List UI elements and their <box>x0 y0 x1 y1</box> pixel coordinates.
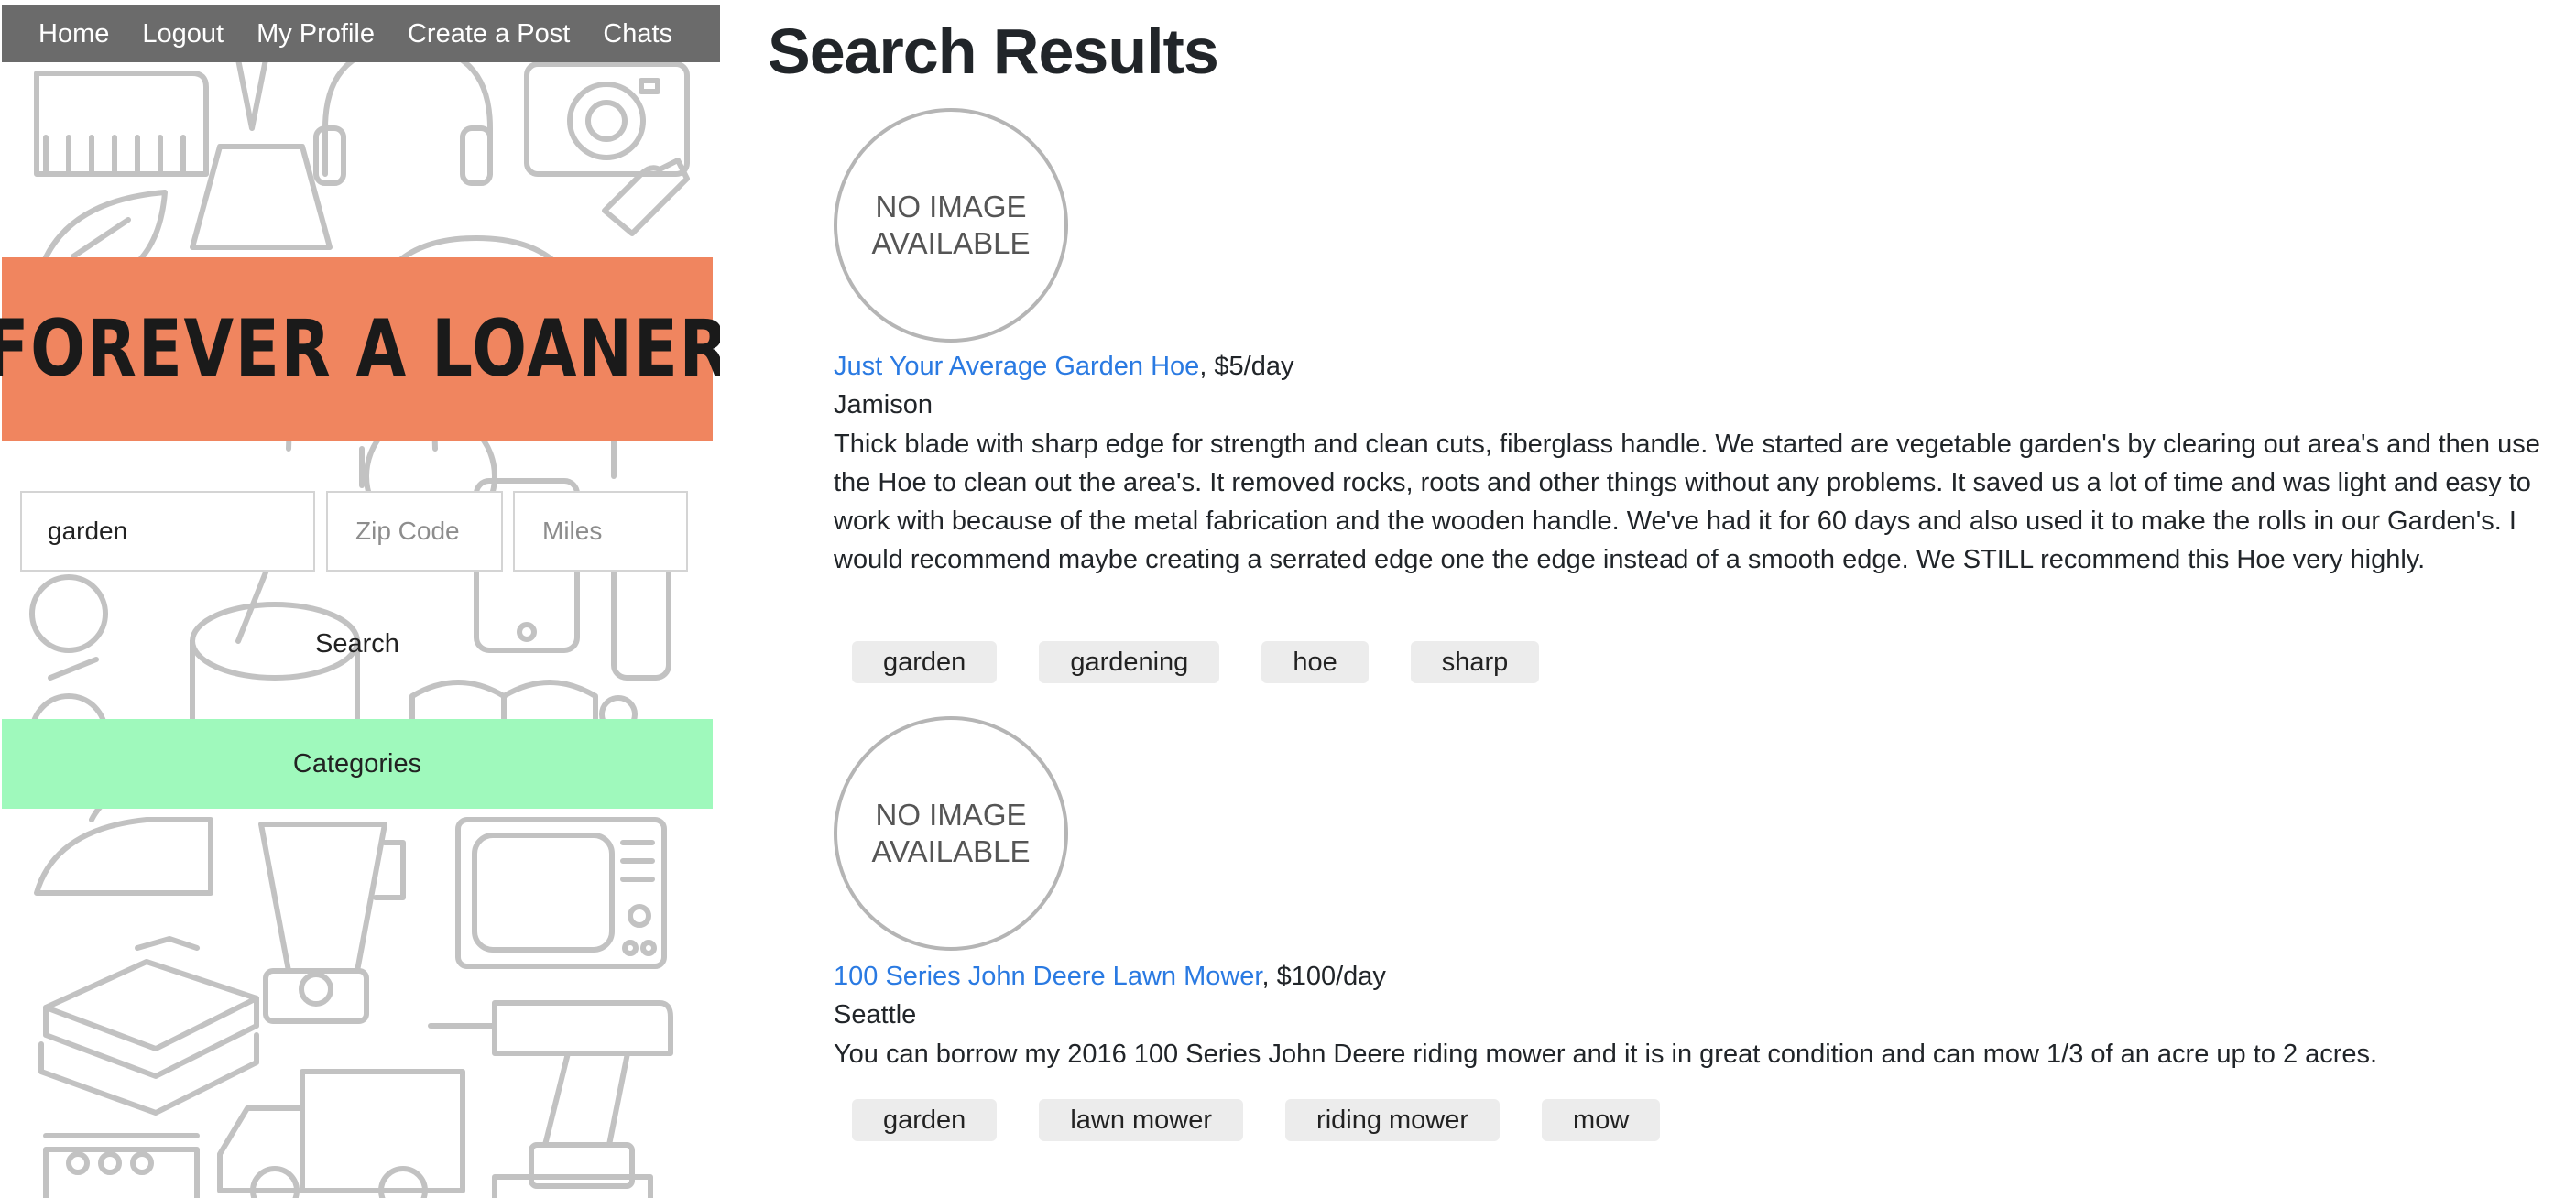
result-title-link[interactable]: 100 Series John Deere Lawn Mower <box>834 962 1261 991</box>
blender-icon <box>258 822 406 1024</box>
result-tags: garden lawn mower riding mower mow <box>852 1099 1661 1141</box>
power-drill-icon <box>428 1000 673 1189</box>
tag-chip[interactable]: garden <box>852 1099 998 1141</box>
search-button[interactable]: Search <box>2 610 713 678</box>
result-title-link[interactable]: Just Your Average Garden Hoe <box>834 352 1199 381</box>
tag-chip[interactable]: mow <box>1542 1099 1661 1141</box>
no-image-placeholder: NO IMAGE AVAILABLE <box>834 716 1068 951</box>
tag-chip[interactable]: sharp <box>1410 641 1540 683</box>
zip-code-input[interactable]: Zip Code <box>326 491 503 572</box>
result-location: Jamison <box>834 390 933 419</box>
piano-icon <box>34 71 209 177</box>
result-title-line: Just Your Average Garden Hoe, $5/day <box>834 352 1294 382</box>
categories-button[interactable]: Categories <box>2 719 713 809</box>
result-title-line: 100 Series John Deere Lawn Mower, $100/d… <box>834 962 1386 992</box>
nav-home-link[interactable]: Home <box>38 19 109 49</box>
search-result: NO IMAGE AVAILABLE Just Your Average Gar… <box>834 108 2574 694</box>
tag-chip[interactable]: riding mower <box>1285 1099 1501 1141</box>
tools-background-pattern <box>29 20 690 1198</box>
nav-logout-link[interactable]: Logout <box>142 19 224 49</box>
brand-banner: FOREVER A LOANER <box>0 257 720 441</box>
no-image-text-line: AVAILABLE <box>871 834 1031 868</box>
page-title: Search Results <box>768 16 1219 87</box>
nav-chats-link[interactable]: Chats <box>603 19 672 49</box>
tag-chip[interactable]: gardening <box>1039 641 1220 683</box>
no-image-text-line: NO IMAGE <box>875 798 1027 832</box>
result-price: , $5/day <box>1199 352 1294 381</box>
result-description: Thick blade with sharp edge for strength… <box>834 430 2540 574</box>
result-location: Seattle <box>834 1000 917 1029</box>
no-image-text-line: AVAILABLE <box>871 226 1031 260</box>
tv-icon <box>455 817 667 969</box>
nav-my-profile-link[interactable]: My Profile <box>257 19 375 49</box>
stacked-books-icon <box>38 936 259 1116</box>
main-content: Search Results NO IMAGE AVAILABLE Just Y… <box>768 0 2563 1198</box>
result-description: You can borrow my 2016 100 Series John D… <box>834 1040 2378 1069</box>
no-image-placeholder: NO IMAGE AVAILABLE <box>834 108 1068 343</box>
result-price: , $100/day <box>1261 962 1386 991</box>
brand-title: FOREVER A LOANER <box>0 303 720 395</box>
tag-chip[interactable]: garden <box>852 641 998 683</box>
truck-icon <box>217 1069 465 1198</box>
headphones-icon <box>313 43 493 186</box>
sidebar: Home Logout My Profile Create a Post Cha… <box>0 0 720 1198</box>
top-nav: Home Logout My Profile Create a Post Cha… <box>2 5 720 62</box>
no-image-text-line: NO IMAGE <box>875 190 1027 223</box>
tag-chip[interactable]: lawn mower <box>1039 1099 1244 1141</box>
search-result: NO IMAGE AVAILABLE 100 Series John Deere… <box>834 716 2574 1147</box>
miles-input[interactable]: Miles <box>513 491 688 572</box>
nav-create-post-link[interactable]: Create a Post <box>408 19 570 49</box>
camera-icon <box>524 61 690 177</box>
search-query-input[interactable]: garden <box>20 491 315 572</box>
result-tags: garden gardening hoe sharp <box>852 641 1540 683</box>
tag-chip[interactable]: hoe <box>1261 641 1369 683</box>
stove-icon <box>43 1133 200 1198</box>
